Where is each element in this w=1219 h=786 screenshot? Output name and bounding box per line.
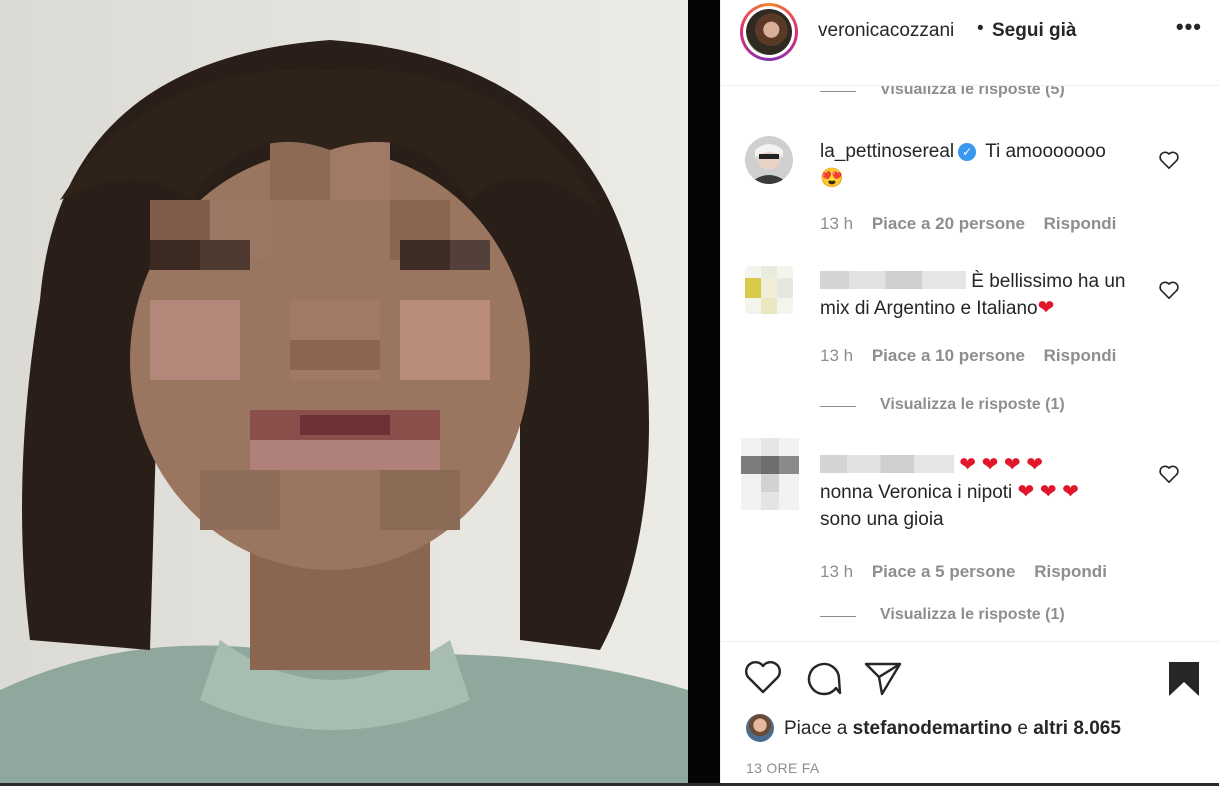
media-divider [688, 0, 720, 786]
author-avatar[interactable] [740, 3, 798, 61]
comment-time: 13 h [820, 562, 854, 581]
comment-likes[interactable]: Piace a 10 persone [872, 346, 1025, 365]
more-horizontal-icon[interactable]: ••• [1176, 14, 1202, 40]
comment-meta: 13 h Piace a 20 persone Rispondi [820, 214, 1130, 234]
view-replies-link[interactable]: Visualizza le risposte (5) [880, 86, 1065, 99]
post-photo[interactable] [0, 0, 688, 783]
comment-text: ❤ ❤ ❤ ❤ nonna Veronica i nipoti ❤ ❤ ❤ so… [820, 452, 1160, 533]
comment-username[interactable]: la_pettinosereal [820, 141, 954, 162]
comment-text: È bellissimo ha un mix di Argentino e It… [820, 268, 1160, 322]
comment-text: la_pettinosereal ✓ Ti amooooooo 😍 [820, 138, 1160, 192]
likes-connector: e [1017, 718, 1028, 739]
like-heart-icon[interactable] [743, 660, 783, 696]
liker-avatar[interactable] [746, 714, 774, 742]
comment-body: nonna Veronica i nipoti [820, 482, 1013, 503]
reply-button[interactable]: Rispondi [1044, 214, 1117, 233]
comments-list[interactable]: Visualizza le risposte (5) la_pettinoser… [721, 86, 1219, 641]
post-header: veronicacozzani • Segui già ••• [721, 0, 1219, 86]
commenter-avatar[interactable] [741, 438, 799, 510]
comment-heart-icon[interactable] [1158, 150, 1180, 170]
comment-heart-icon[interactable] [1158, 464, 1180, 484]
heart-emoji: ❤ ❤ ❤ [1017, 481, 1079, 503]
heart-emoji: ❤ ❤ ❤ ❤ [959, 454, 1043, 476]
reply-button[interactable]: Rispondi [1044, 346, 1117, 365]
replies-line [820, 406, 856, 407]
post-timestamp: 13 ORE FA [746, 760, 820, 776]
comment-bubble-icon[interactable] [803, 660, 843, 696]
verified-badge-icon: ✓ [958, 143, 977, 161]
share-send-icon[interactable] [863, 660, 903, 696]
comment-body-end: sono una gioia [820, 509, 944, 530]
comment-meta: 13 h Piace a 10 persone Rispondi [820, 346, 1130, 366]
header-separator: • [977, 18, 984, 39]
comment-emoji: 😍 [820, 168, 844, 189]
bookmark-saved-icon[interactable] [1167, 660, 1201, 698]
blurred-username[interactable] [820, 271, 966, 289]
follow-button[interactable]: Segui già [992, 20, 1076, 42]
comment-time: 13 h [820, 346, 854, 365]
replies-line [820, 91, 856, 92]
comment-meta: 13 h Piace a 5 persone Rispondi [820, 562, 1121, 582]
commenter-avatar[interactable] [745, 266, 793, 314]
post-side-panel: veronicacozzani • Segui già ••• Visualiz… [720, 0, 1219, 783]
view-replies-link[interactable]: Visualizza le risposte (1) [880, 606, 1065, 624]
likes-prefix: Piace a [784, 718, 848, 739]
post-actions: Piace a stefanodemartino e altri 8.065 1… [721, 641, 1219, 783]
comment-body: Ti amooooooo [985, 141, 1106, 162]
comment-likes[interactable]: Piace a 20 persone [872, 214, 1025, 233]
photo-image [0, 0, 688, 783]
liked-by-username[interactable]: stefanodemartino [853, 718, 1012, 739]
replies-line [820, 616, 856, 617]
blurred-username[interactable] [820, 455, 954, 473]
reply-button[interactable]: Rispondi [1034, 562, 1107, 581]
view-replies-link[interactable]: Visualizza le risposte (1) [880, 396, 1065, 414]
heart-emoji: ❤ [1037, 297, 1055, 319]
likes-summary: Piace a stefanodemartino e altri 8.065 [746, 714, 1121, 742]
author-username[interactable]: veronicacozzani [818, 20, 954, 42]
commenter-avatar[interactable] [745, 136, 793, 184]
comment-heart-icon[interactable] [1158, 280, 1180, 300]
comment-time: 13 h [820, 214, 854, 233]
comment-likes[interactable]: Piace a 5 persone [872, 562, 1016, 581]
likes-others-link[interactable]: altri 8.065 [1033, 718, 1121, 739]
